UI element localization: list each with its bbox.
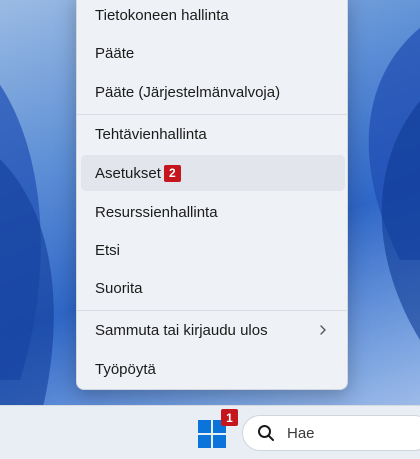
taskbar-search-box[interactable]: Hae bbox=[242, 415, 420, 451]
menu-item-label: Pääte (Järjestelmänvalvoja) bbox=[95, 83, 281, 101]
menu-item-run[interactable]: Suorita bbox=[81, 270, 345, 306]
menu-item-label: Tehtävienhallinta bbox=[95, 125, 207, 143]
start-context-menu: Tietokoneen hallinta Pääte Pääte (Järjes… bbox=[76, 0, 348, 390]
search-placeholder: Hae bbox=[287, 424, 315, 442]
menu-item-search[interactable]: Etsi bbox=[81, 232, 345, 268]
menu-item-shutdown-signout[interactable]: Sammuta tai kirjaudu ulos bbox=[81, 312, 345, 348]
menu-item-label: Sammuta tai kirjaudu ulos bbox=[95, 321, 268, 339]
menu-item-desktop[interactable]: Työpöytä bbox=[81, 351, 345, 387]
menu-item-label: Pääte bbox=[95, 44, 135, 62]
menu-item-task-manager[interactable]: Tehtävienhallinta bbox=[81, 116, 345, 152]
menu-item-label: Resurssienhallinta bbox=[95, 203, 218, 221]
menu-item-file-explorer[interactable]: Resurssienhallinta bbox=[81, 194, 345, 230]
menu-item-label: Tietokoneen hallinta bbox=[95, 6, 229, 24]
menu-item-label: Työpöytä bbox=[95, 360, 156, 378]
menu-item-computer-management[interactable]: Tietokoneen hallinta bbox=[81, 0, 345, 33]
taskbar: 1 Hae bbox=[0, 405, 420, 459]
menu-item-label: Suorita bbox=[95, 279, 143, 297]
step-badge: 1 bbox=[221, 409, 238, 426]
menu-separator bbox=[77, 114, 347, 115]
search-icon bbox=[258, 425, 274, 441]
menu-item-terminal[interactable]: Pääte bbox=[81, 35, 345, 71]
menu-item-label: Etsi bbox=[95, 241, 121, 259]
menu-item-settings[interactable]: Asetukset 2 bbox=[81, 155, 345, 191]
menu-separator bbox=[77, 310, 347, 311]
step-badge: 2 bbox=[163, 164, 181, 182]
chevron-right-icon bbox=[320, 325, 326, 335]
menu-item-label: Asetukset bbox=[95, 164, 161, 182]
menu-item-terminal-admin[interactable]: Pääte (Järjestelmänvalvoja) bbox=[81, 74, 345, 110]
